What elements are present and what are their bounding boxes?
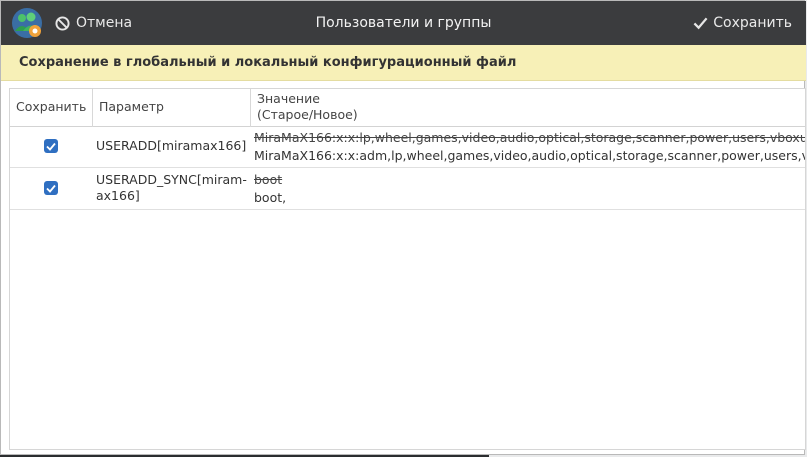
save-dialog: Отмена Пользователи и группы Сохранить С… [0, 0, 806, 455]
table-row[interactable]: USERADD_SYNC[miram-ax166] boot boot, [10, 168, 805, 210]
old-value: MiraMaX166:x:x:lp,wheel,games,video,audi… [254, 130, 806, 145]
table-row[interactable]: USERADD[miramax166] MiraMaX166:x:x:lp,wh… [10, 127, 806, 168]
param-name: USERADD[miramax166] [96, 138, 247, 153]
column-header-param[interactable]: Параметр [92, 89, 250, 127]
users-groups-icon [11, 7, 43, 39]
save-label: Сохранить [713, 15, 792, 31]
table-header: Сохранить Параметр Значение (Старое/Ново… [10, 89, 805, 127]
cancel-button[interactable]: Отмена [55, 1, 132, 45]
new-value: MiraMaX166:x:x:adm,lp,wheel,games,video,… [254, 148, 806, 163]
save-button[interactable]: Сохранить [693, 1, 792, 45]
param-name: USERADD_SYNC[miram-ax166] [96, 172, 247, 203]
cancel-label: Отмена [76, 15, 133, 31]
checkmark-icon [693, 17, 708, 30]
param-value: boot boot, [254, 171, 805, 207]
info-banner: Сохранение в глобальный и локальный конф… [1, 45, 806, 81]
checkbox-checked-icon [46, 184, 56, 193]
column-header-value[interactable]: Значение (Старое/Новое) [250, 89, 805, 127]
cancel-icon [55, 15, 70, 31]
column-header-value-title: Значение [257, 91, 320, 106]
titlebar: Отмена Пользователи и группы Сохранить [1, 1, 806, 45]
param-value: MiraMaX166:x:x:lp,wheel,games,video,audi… [254, 129, 806, 165]
column-header-value-subtitle: (Старое/Новое) [257, 107, 358, 122]
checkbox-checked-icon [46, 142, 56, 151]
save-checkbox[interactable] [44, 139, 58, 153]
column-header-save[interactable]: Сохранить [10, 89, 92, 127]
save-checkbox[interactable] [44, 181, 58, 195]
new-value: boot, [254, 190, 287, 205]
changes-table: Сохранить Параметр Значение (Старое/Ново… [9, 88, 806, 450]
old-value: boot [254, 172, 283, 187]
